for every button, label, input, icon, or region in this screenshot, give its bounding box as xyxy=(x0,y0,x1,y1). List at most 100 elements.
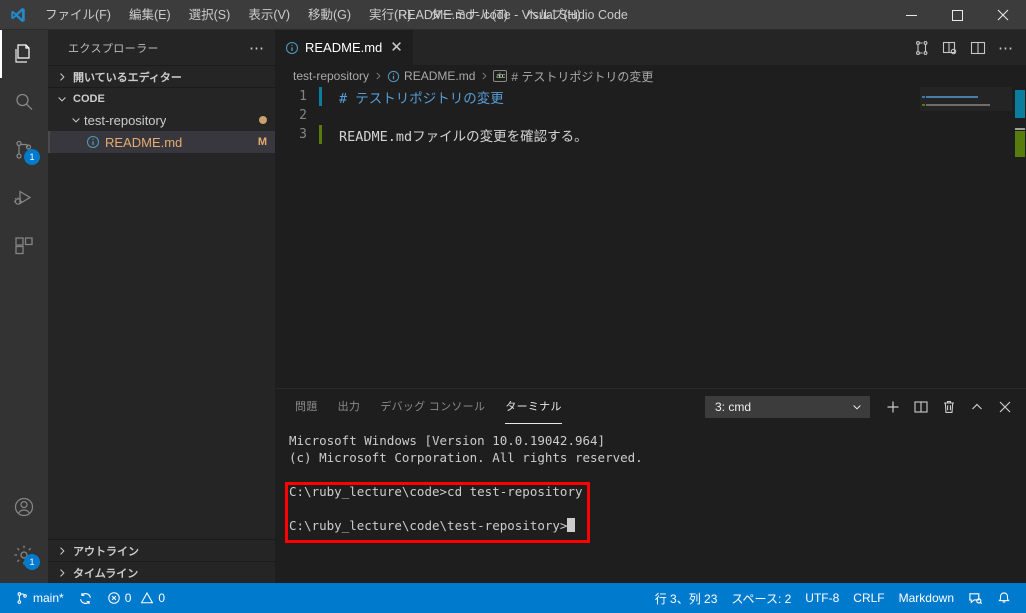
feedback-icon xyxy=(968,591,983,606)
menu-go[interactable]: 移動(G) xyxy=(299,0,360,30)
panel-tab-bar: 問題 出力 デバッグ コンソール ターミナル 3: cmd xyxy=(275,389,1026,424)
breadcrumb-symbol[interactable]: abc # テストリポジトリの変更 xyxy=(493,68,653,85)
section-timeline-label: タイムライン xyxy=(73,567,139,580)
code-line: 2 xyxy=(275,106,1026,125)
maximize-panel-icon[interactable] xyxy=(964,394,990,420)
window-controls xyxy=(888,0,1026,30)
activity-source-control[interactable]: 1 xyxy=(0,126,48,174)
panel-tab-problems[interactable]: 問題 xyxy=(295,389,318,424)
status-notifications[interactable] xyxy=(990,587,1018,609)
editor-tab-bar: README.md ✕ ⋯ xyxy=(275,30,1026,65)
menu-selection[interactable]: 選択(S) xyxy=(180,0,240,30)
sidebar-more-actions-icon[interactable]: ⋯ xyxy=(249,39,265,57)
activity-extensions[interactable] xyxy=(0,222,48,270)
bottom-panel: 問題 出力 デバッグ コンソール ターミナル 3: cmd Microsoft … xyxy=(275,388,1026,583)
status-feedback[interactable] xyxy=(961,587,990,609)
terminal-output[interactable]: Microsoft Windows [Version 10.0.19042.96… xyxy=(275,424,1026,583)
panel-tab-terminal[interactable]: ターミナル xyxy=(505,389,562,424)
tree-item-test-repository[interactable]: test-repository xyxy=(48,109,275,131)
panel-tab-output[interactable]: 出力 xyxy=(338,389,361,424)
tree-item-label: README.md xyxy=(105,134,183,150)
activity-bar: 1 1 xyxy=(0,30,48,583)
menu-terminal[interactable]: ターミナル(T) xyxy=(420,0,516,30)
code-editor[interactable]: 1 # テストリポジトリの変更 2 3 README.mdファイルの変更を確認す… xyxy=(275,87,1026,388)
status-language-mode[interactable]: Markdown xyxy=(892,587,961,609)
warning-icon xyxy=(140,591,154,605)
activity-bar-spacer xyxy=(0,270,48,483)
minimize-button[interactable] xyxy=(888,0,934,30)
line-number: 1 xyxy=(299,89,307,104)
activity-accounts[interactable] xyxy=(0,483,48,531)
breadcrumb-file-label: README.md xyxy=(404,69,476,83)
close-button[interactable] xyxy=(980,0,1026,30)
activity-search[interactable] xyxy=(0,78,48,126)
error-icon xyxy=(107,591,121,605)
chevron-down-icon xyxy=(68,114,84,126)
section-outline[interactable]: アウトライン xyxy=(48,539,275,561)
new-terminal-icon[interactable] xyxy=(880,394,906,420)
more-actions-icon[interactable]: ⋯ xyxy=(992,30,1020,65)
status-problems[interactable]: 0 0 xyxy=(100,587,172,609)
menu-help[interactable]: ヘルプ(H) xyxy=(517,0,590,30)
breadcrumb-file[interactable]: README.md xyxy=(387,69,475,83)
status-eol[interactable]: CRLF xyxy=(846,587,891,609)
markdown-file-icon xyxy=(387,70,400,83)
breadcrumb-symbol-label: # テストリポジトリの変更 xyxy=(511,69,654,84)
status-bar-left: main* 0 0 xyxy=(0,587,172,609)
terminal-line: C:\ruby_lecture\code>cd test-repository xyxy=(289,484,583,499)
breadcrumb-separator-icon xyxy=(373,71,383,81)
symbol-string-icon: abc xyxy=(493,70,508,82)
minimap-line xyxy=(926,104,990,106)
terminal-line: (c) Microsoft Corporation. All rights re… xyxy=(289,450,643,465)
source-control-badge: 1 xyxy=(24,149,40,165)
code-line-text: README.mdファイルの変更を確認する。 xyxy=(339,128,588,145)
split-editor-icon[interactable] xyxy=(964,30,992,65)
terminal-cursor xyxy=(567,518,576,532)
status-encoding[interactable]: UTF-8 xyxy=(798,587,846,609)
breadcrumb-folder-label: test-repository xyxy=(293,69,370,83)
section-open-editors-label: 開いているエディター xyxy=(73,71,182,84)
settings-badge: 1 xyxy=(24,554,40,570)
kill-terminal-icon[interactable] xyxy=(936,394,962,420)
menu-edit[interactable]: 編集(E) xyxy=(120,0,180,30)
status-sync[interactable] xyxy=(71,587,100,609)
status-bar-right: 行 3、列 23 スペース: 2 UTF-8 CRLF Markdown xyxy=(648,587,1026,609)
minimap-slider[interactable] xyxy=(920,87,1012,111)
section-timeline[interactable]: タイムライン xyxy=(48,561,275,583)
minimap-line xyxy=(922,96,925,98)
open-changes-icon[interactable] xyxy=(908,30,936,65)
activity-explorer[interactable] xyxy=(0,30,48,78)
menu-bar: ファイル(F) 編集(E) 選択(S) 表示(V) 移動(G) 実行(R) ター… xyxy=(36,0,590,30)
code-line-text: # テストリポジトリの変更 xyxy=(339,90,504,107)
section-folder-code[interactable]: CODE xyxy=(48,87,275,109)
menu-view[interactable]: 表示(V) xyxy=(239,0,299,30)
status-indentation[interactable]: スペース: 2 xyxy=(724,587,798,609)
split-terminal-icon[interactable] xyxy=(908,394,934,420)
editor-tab-readme[interactable]: README.md ✕ xyxy=(275,30,414,65)
overview-ruler-cursor-mark xyxy=(1015,128,1025,130)
chevron-right-icon xyxy=(54,545,70,557)
tree-item-readme[interactable]: README.md M xyxy=(48,131,275,153)
status-branch[interactable]: main* xyxy=(8,587,71,609)
menu-file[interactable]: ファイル(F) xyxy=(36,0,120,30)
editor-scrollbar[interactable] xyxy=(1012,87,1026,388)
activity-settings[interactable]: 1 xyxy=(0,531,48,579)
section-open-editors[interactable]: 開いているエディター xyxy=(48,65,275,87)
chevron-down-icon xyxy=(851,401,863,413)
minimap-line xyxy=(922,104,925,106)
open-preview-to-side-icon[interactable] xyxy=(936,30,964,65)
breadcrumb-folder[interactable]: test-repository xyxy=(293,69,369,83)
panel-tab-debug-console[interactable]: デバッグ コンソール xyxy=(380,389,485,424)
minimap[interactable] xyxy=(920,87,1012,388)
terminal-selector-dropdown[interactable]: 3: cmd xyxy=(705,395,870,418)
close-icon[interactable]: ✕ xyxy=(390,40,403,55)
markdown-file-icon xyxy=(285,41,299,55)
status-error-count: 0 xyxy=(124,591,132,605)
bell-icon xyxy=(997,591,1011,605)
close-panel-icon[interactable] xyxy=(992,394,1018,420)
breadcrumb: test-repository README.md abc # テストリポジトリ… xyxy=(275,65,1026,87)
maximize-button[interactable] xyxy=(934,0,980,30)
status-cursor-position[interactable]: 行 3、列 23 xyxy=(648,587,725,609)
activity-run-debug[interactable] xyxy=(0,174,48,222)
menu-run[interactable]: 実行(R) xyxy=(360,0,420,30)
